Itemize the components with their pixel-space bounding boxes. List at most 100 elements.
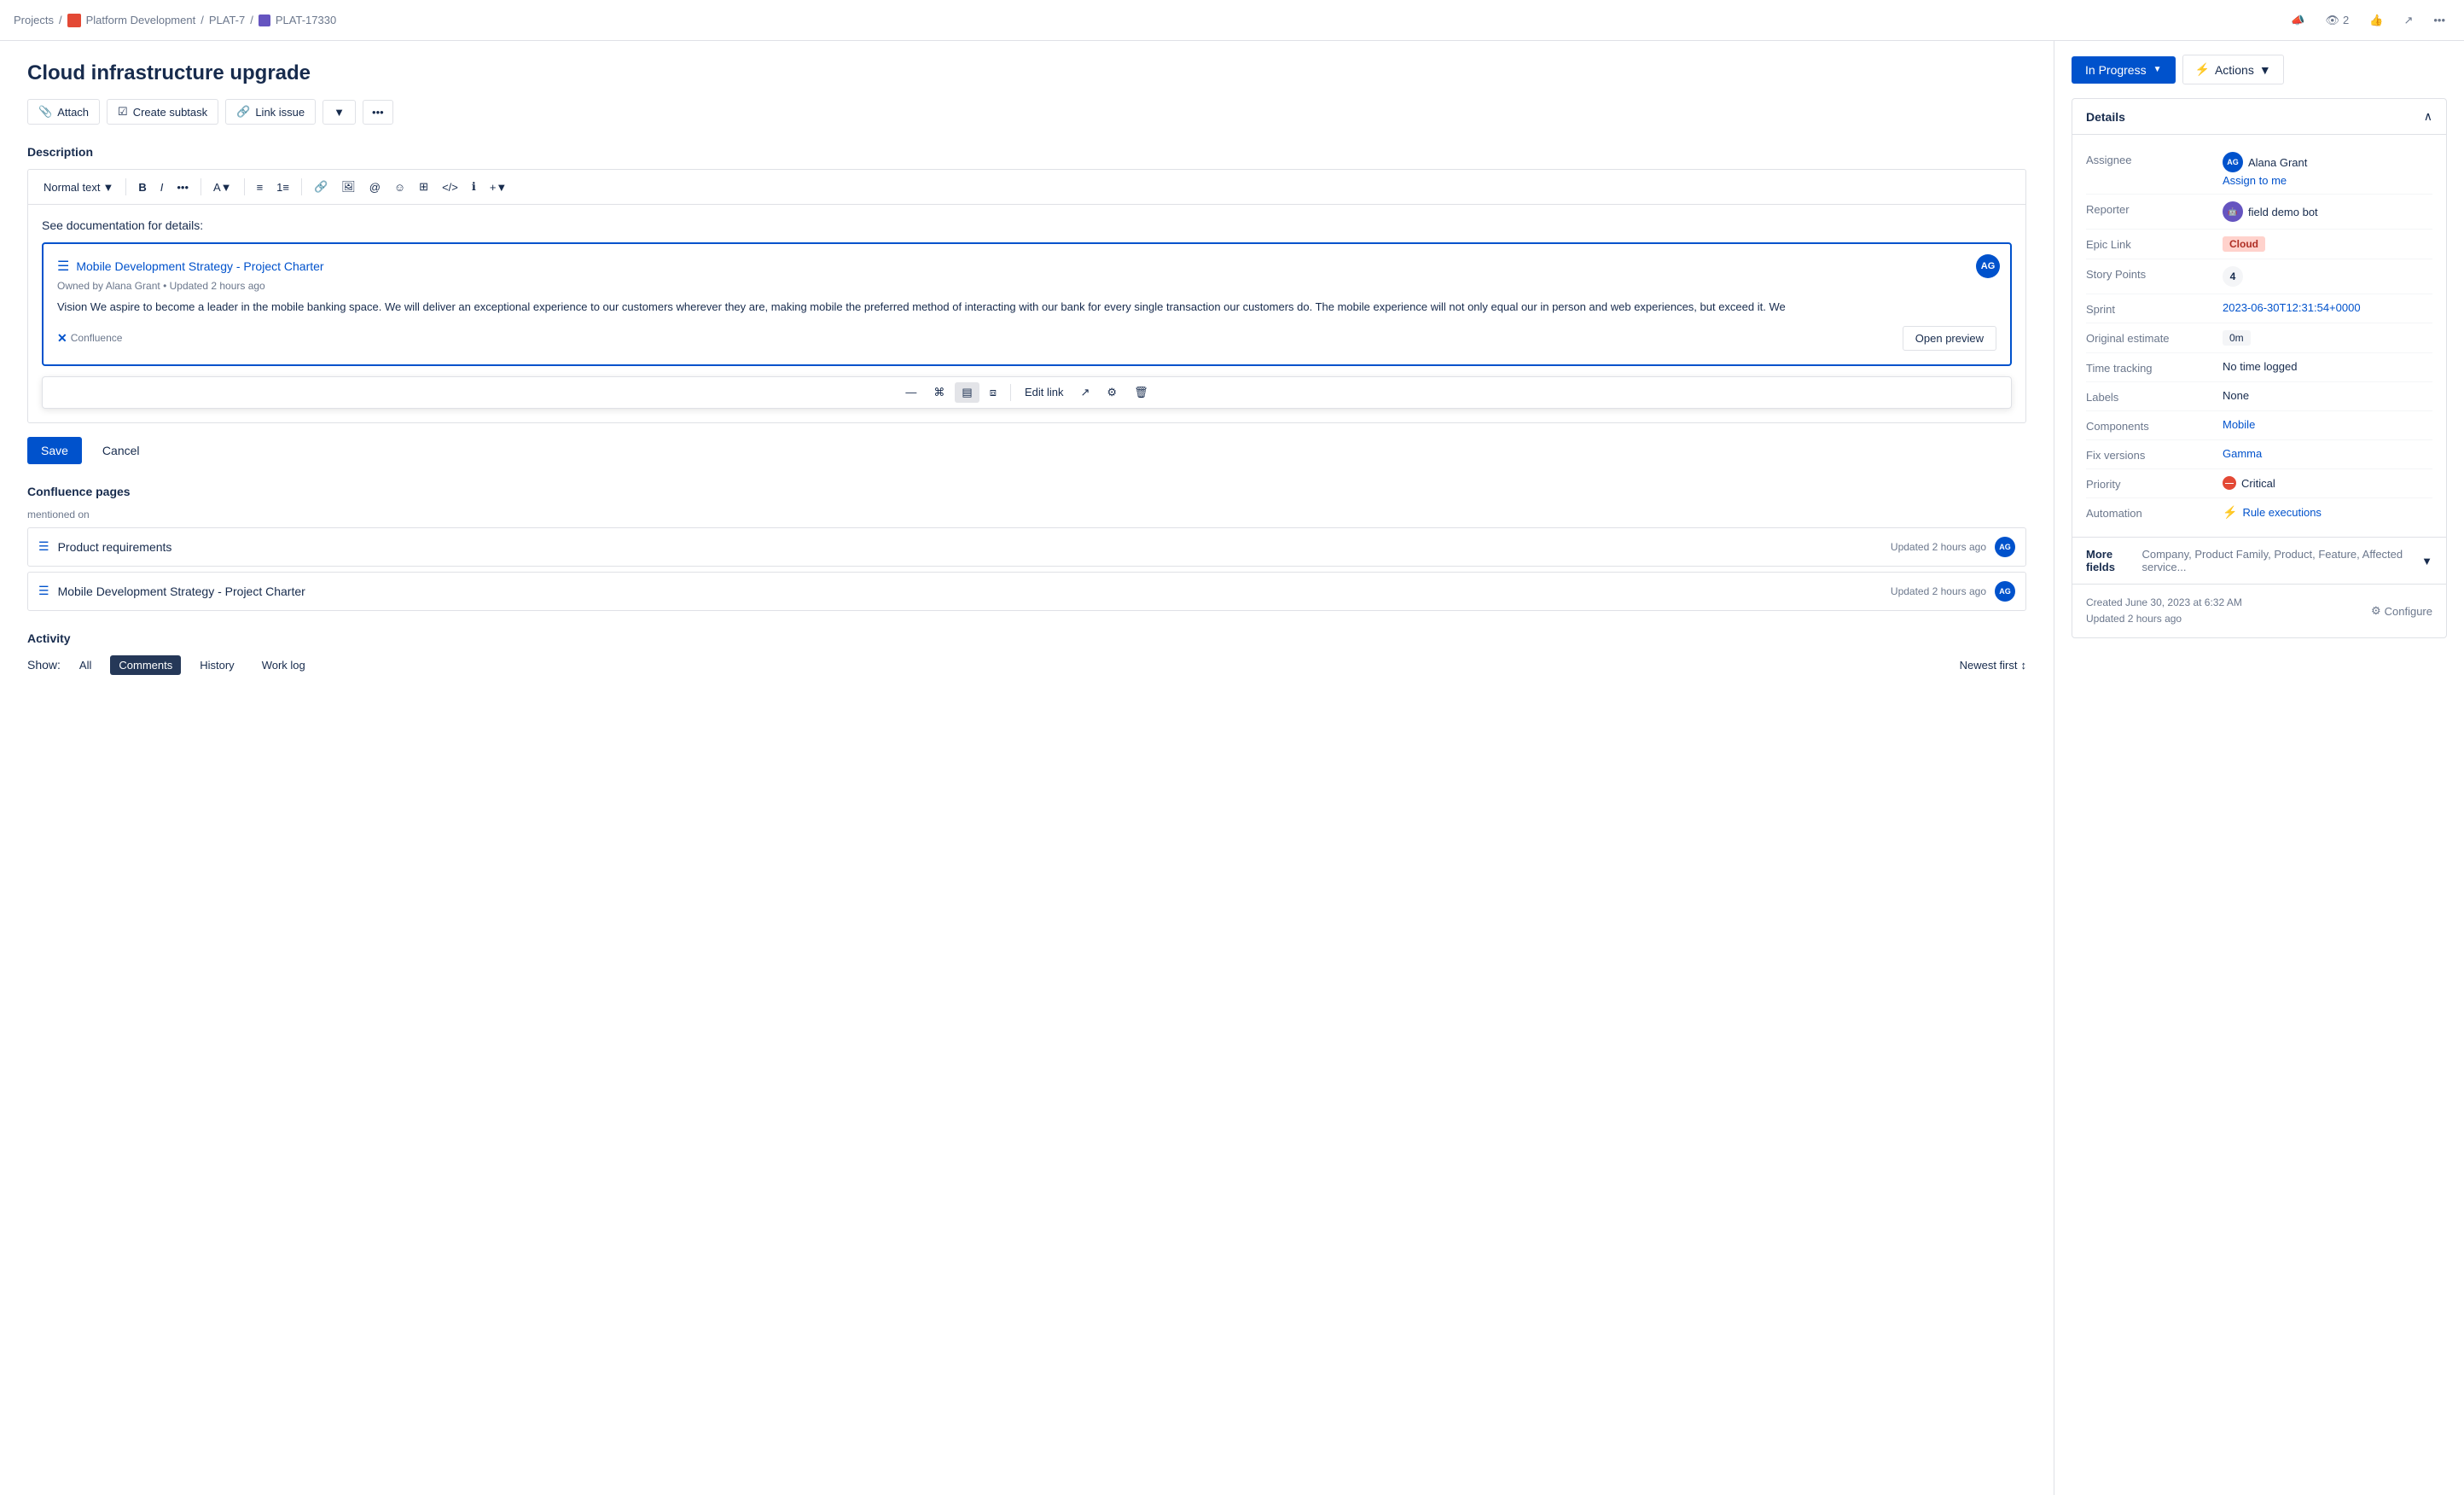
epic-icon	[259, 15, 270, 26]
doc-card-footer: ✕ Confluence Open preview	[57, 326, 1996, 351]
right-panel: In Progress ▼ ⚡ Actions ▼ Details ∧	[2054, 41, 2464, 1495]
filter-history[interactable]: History	[191, 655, 242, 675]
estimate-badge: 0m	[2223, 330, 2251, 346]
bullet-list-button[interactable]: ≡	[252, 177, 269, 197]
sprint-row: Sprint 2023-06-30T12:31:54+0000	[2086, 294, 2432, 323]
editor-content[interactable]: See documentation for details: ☰ Mobile …	[28, 205, 2025, 422]
more-nav-button[interactable]: •••	[2428, 10, 2450, 30]
actions-button[interactable]: ⚡ Actions ▼	[2182, 55, 2284, 84]
bold-button[interactable]: B	[133, 177, 151, 197]
reporter-row: Reporter 🤖 field demo bot	[2086, 195, 2432, 230]
link-issue-button[interactable]: 🔗 Link issue	[225, 99, 316, 125]
insert-button[interactable]: +▼	[485, 177, 512, 197]
more-fields[interactable]: More fields Company, Product Family, Pro…	[2072, 537, 2446, 584]
dropdown-button[interactable]: ▼	[323, 100, 356, 125]
confluence-section: Confluence pages mentioned on ☰ Product …	[27, 485, 2026, 611]
confluence-item-1[interactable]: ☰ Product requirements Updated 2 hours a…	[27, 527, 2026, 567]
save-button[interactable]: Save	[27, 437, 82, 464]
story-points-badge[interactable]: 4	[2223, 266, 2243, 287]
filter-comments[interactable]: Comments	[110, 655, 181, 675]
conf-item-avatar-2: AG	[1995, 581, 2015, 602]
doc-card-header: ☰ Mobile Development Strategy - Project …	[57, 258, 1996, 275]
float-embed-btn[interactable]: ⧈	[983, 382, 1003, 403]
filter-worklog[interactable]: Work log	[253, 655, 314, 675]
estimate-label: Original estimate	[2086, 330, 2223, 345]
emoji-button[interactable]: ☺	[389, 177, 410, 197]
status-button[interactable]: In Progress ▼	[2072, 56, 2176, 84]
announce-button[interactable]: 📣	[2286, 10, 2310, 31]
actions-arrow: ▼	[2259, 63, 2271, 77]
float-key-btn[interactable]: ⌘	[927, 382, 951, 403]
watch-button[interactable]: 👁 2	[2321, 10, 2355, 31]
image-button[interactable]: 🖼	[336, 177, 361, 197]
automation-link[interactable]: Rule executions	[2242, 506, 2322, 519]
fix-versions-row: Fix versions Gamma	[2086, 440, 2432, 469]
actions-label: Actions	[2215, 63, 2254, 77]
open-tab-button[interactable]: ↗	[1074, 382, 1097, 403]
configure-button[interactable]: ⚙ Configure	[2371, 604, 2432, 618]
fix-versions-link[interactable]: Gamma	[2223, 447, 2262, 460]
sprint-link[interactable]: 2023-06-30T12:31:54+0000	[2223, 301, 2361, 314]
confluence-logo: ✕	[57, 331, 67, 346]
share-button[interactable]: ↗	[2398, 10, 2418, 31]
format-select[interactable]: Normal text ▼	[38, 177, 119, 197]
details-section: Details ∧ Assignee AG Alana Grant	[2072, 98, 2447, 638]
attach-button[interactable]: 📎 Attach	[27, 99, 100, 125]
editor-intro-text: See documentation for details:	[42, 218, 2012, 232]
float-delete-button[interactable]: 🗑	[1127, 382, 1155, 403]
lightning-icon: ⚡	[2195, 62, 2210, 77]
activity-sort[interactable]: Newest first ↕	[1960, 659, 2026, 672]
breadcrumb-projects[interactable]: Projects	[14, 14, 54, 26]
epic-badge[interactable]: Cloud	[2223, 236, 2265, 252]
more-format-button[interactable]: •••	[171, 177, 194, 197]
activity-show-label: Show:	[27, 658, 61, 672]
text-color-button[interactable]: A▼	[208, 177, 237, 197]
automation-row: Automation ⚡ Rule executions	[2086, 498, 2432, 526]
link-button[interactable]: 🔗	[309, 177, 333, 197]
float-settings-button[interactable]: ⚙	[1100, 382, 1124, 403]
float-narrow-btn[interactable]: —	[898, 382, 923, 402]
breadcrumb-plat7[interactable]: PLAT-7	[209, 14, 245, 26]
assignee-value: AG Alana Grant Assign to me	[2223, 152, 2432, 187]
float-card-btn[interactable]: ▤	[955, 382, 979, 403]
components-value: Mobile	[2223, 418, 2432, 431]
toolbar-divider1	[125, 178, 126, 195]
like-button[interactable]: 👍	[2364, 10, 2388, 31]
open-preview-button[interactable]: Open preview	[1903, 326, 1996, 351]
cancel-button[interactable]: Cancel	[89, 437, 154, 464]
breadcrumb-sep3: /	[250, 14, 253, 26]
code-button[interactable]: </>	[437, 177, 463, 197]
edit-link-button[interactable]: Edit link	[1018, 382, 1071, 402]
doc-card-title[interactable]: Mobile Development Strategy - Project Ch…	[76, 259, 323, 273]
breadcrumb-project[interactable]: Platform Development	[86, 14, 196, 26]
reporter-name: field demo bot	[2248, 206, 2318, 218]
details-header[interactable]: Details ∧	[2072, 99, 2446, 135]
more-actions-button[interactable]: •••	[363, 100, 393, 125]
create-subtask-button[interactable]: ☑ Create subtask	[107, 99, 218, 125]
thumbs-up-icon: 👍	[2369, 14, 2383, 27]
confluence-section-title: Confluence pages	[27, 485, 2026, 498]
share-icon: ↗	[2403, 14, 2413, 27]
breadcrumb-issue[interactable]: PLAT-17330	[276, 14, 336, 26]
automation-lightning-icon: ⚡	[2223, 505, 2237, 520]
numbered-list-button[interactable]: 1≡	[271, 177, 294, 197]
confluence-item-2[interactable]: ☰ Mobile Development Strategy - Project …	[27, 572, 2026, 611]
components-link[interactable]: Mobile	[2223, 418, 2255, 431]
table-button[interactable]: ⊞	[414, 177, 433, 197]
watch-count: 2	[2343, 14, 2349, 26]
mention-button[interactable]: @	[364, 177, 386, 197]
status-arrow: ▼	[2153, 65, 2162, 74]
sprint-label: Sprint	[2086, 301, 2223, 316]
assign-to-me[interactable]: Assign to me	[2223, 174, 2307, 187]
editor-container: Normal text ▼ B I ••• A▼ ≡ 1≡ 🔗 🖼 @	[27, 169, 2026, 423]
app-container: Projects / Platform Development / PLAT-7…	[0, 0, 2464, 1495]
toolbar-divider3	[244, 178, 245, 195]
italic-button[interactable]: I	[155, 177, 169, 197]
filter-all[interactable]: All	[71, 655, 100, 675]
info-button[interactable]: ℹ	[467, 177, 481, 197]
epic-value: Cloud	[2223, 236, 2432, 252]
labels-label: Labels	[2086, 389, 2223, 404]
assignee-row: Assignee AG Alana Grant Assign to me	[2086, 145, 2432, 195]
action-buttons: 📎 Attach ☑ Create subtask 🔗 Link issue ▼…	[27, 99, 2026, 125]
details-header-title: Details	[2086, 110, 2125, 124]
